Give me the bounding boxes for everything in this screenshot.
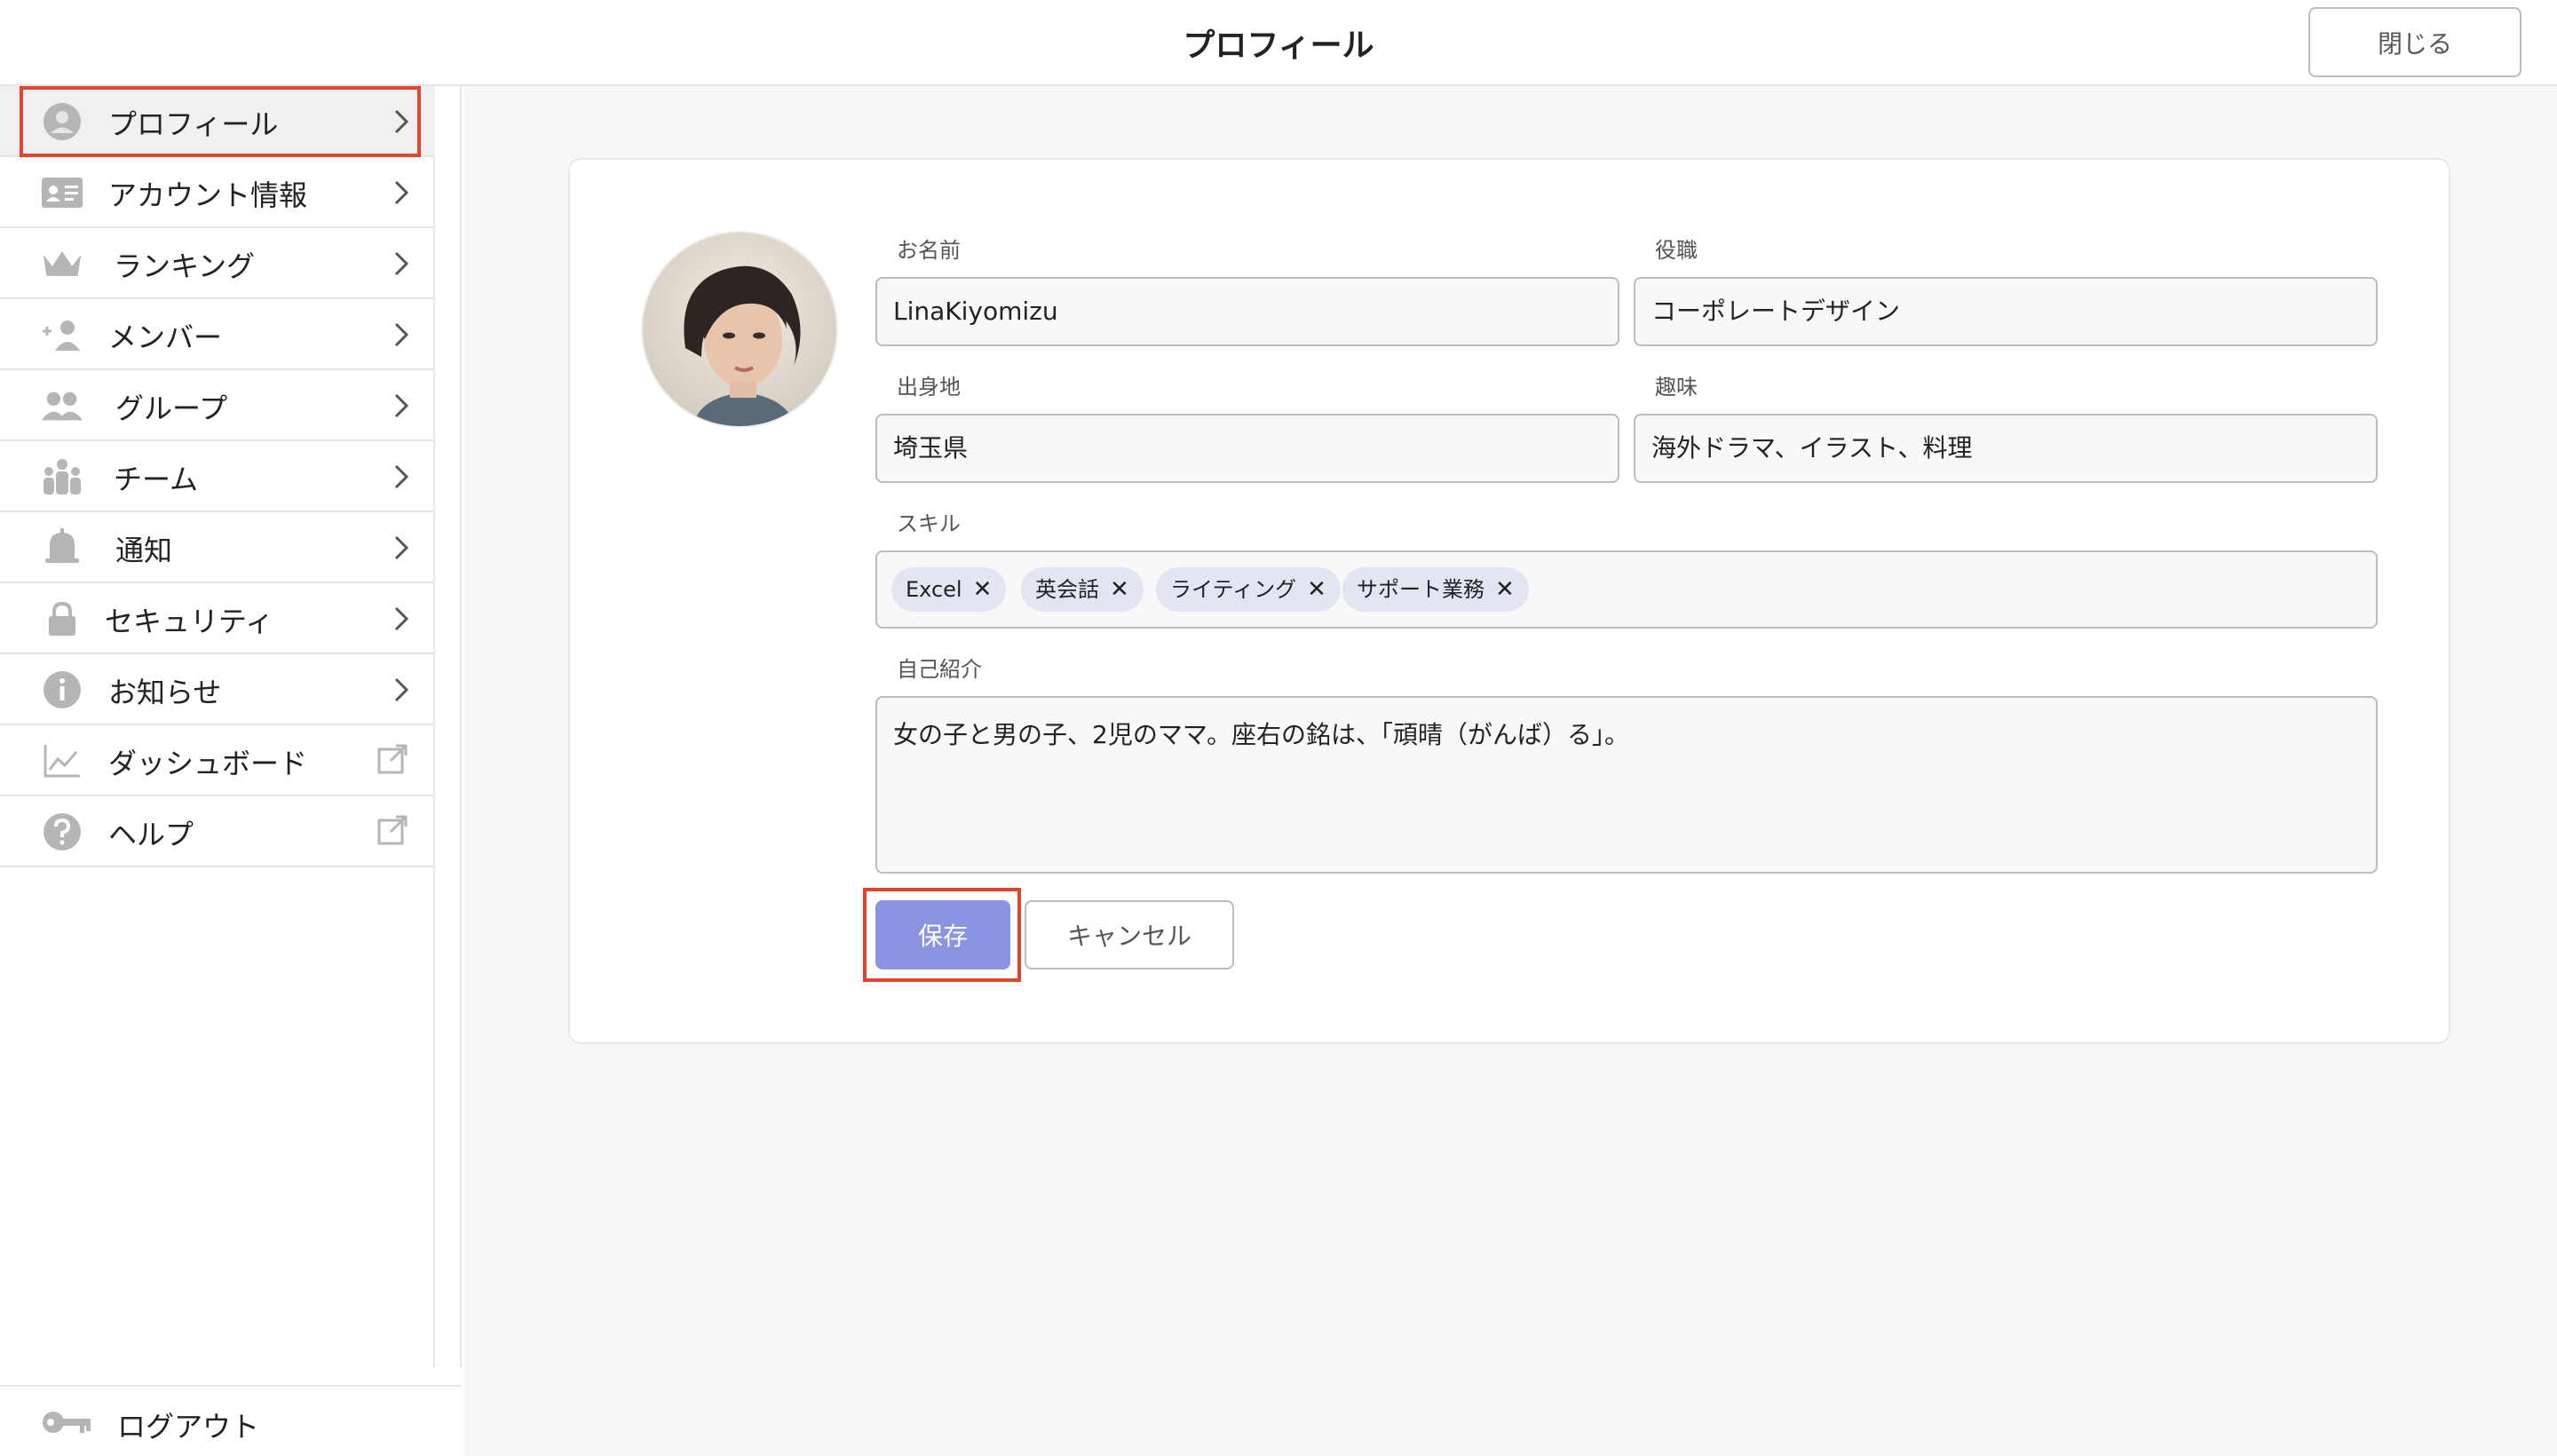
external-link-icon (376, 814, 412, 850)
hobby-input[interactable]: 海外ドラマ、イラスト、料理 (1634, 414, 2378, 483)
help-icon (41, 812, 83, 851)
sidebar-item-help[interactable]: ヘルプ (0, 796, 435, 867)
sidebar-item-label: アカウント情報 (108, 178, 308, 212)
sidebar-item-members[interactable]: メンバー (0, 299, 435, 370)
sidebar-item-label: チーム (114, 463, 199, 496)
avatar[interactable] (641, 231, 838, 428)
sidebar-item-label: プロフィール (108, 107, 279, 141)
team-icon (41, 457, 83, 496)
sidebar-item-profile[interactable]: プロフィール (0, 86, 435, 157)
sidebar-item-groups[interactable]: グループ (0, 370, 435, 441)
sidebar-item-security[interactable]: セキュリティ (0, 583, 435, 654)
chart-line-icon (41, 741, 83, 780)
sidebar-item-account[interactable]: アカウント情報 (0, 157, 435, 228)
sidebar-item-news[interactable]: お知らせ (0, 654, 435, 725)
sidebar-item-ranking[interactable]: ランキング (0, 228, 435, 299)
skill-chip: 英会話 ✕ (1021, 567, 1144, 612)
sidebar-item-label: ランキング (114, 249, 256, 283)
chevron-right-icon (387, 390, 414, 422)
role-label: 役職 (1655, 238, 1698, 263)
hometown-input[interactable]: 埼玉県 (875, 414, 1619, 483)
skill-chip: サポート業務 ✕ (1342, 567, 1529, 612)
sidebar-item-label: ヘルプ (108, 818, 194, 851)
logout-button[interactable]: ログアウト (0, 1385, 462, 1456)
bio-textarea[interactable]: 女の子と男の子、2児のママ。座右の銘は、「頑晴（がんば）る」。 (875, 696, 2378, 874)
id-card-icon (41, 173, 83, 212)
user-circle-icon (41, 102, 83, 141)
app-header: プロフィール 閉じる (0, 0, 2557, 86)
skill-chip: ライティング ✕ (1156, 567, 1341, 612)
role-input[interactable]: コーポレートデザイン (1634, 277, 2378, 346)
bell-icon (41, 528, 83, 567)
sidebar-divider (435, 86, 462, 1367)
skills-label: スキル (897, 511, 961, 536)
skill-chip-label: ライティング (1170, 577, 1297, 602)
chevron-right-icon (387, 603, 414, 635)
chevron-right-icon (387, 674, 414, 706)
chevron-right-icon (387, 177, 414, 209)
hometown-label: 出身地 (897, 375, 961, 400)
close-button[interactable]: 閉じる (2308, 7, 2521, 77)
chevron-right-icon (387, 106, 414, 138)
sidebar-item-label: セキュリティ (105, 605, 274, 638)
chevron-right-icon (387, 461, 414, 493)
name-input[interactable]: LinaKiyomizu (875, 277, 1619, 346)
crown-icon (41, 244, 83, 283)
add-user-icon (41, 315, 83, 354)
key-icon (41, 1406, 94, 1438)
sidebar-item-label: グループ (115, 392, 228, 425)
users-icon (41, 386, 83, 425)
hobby-label: 趣味 (1655, 375, 1698, 400)
sidebar-item-label: 通知 (115, 534, 173, 567)
sidebar-item-label: お知らせ (108, 676, 222, 709)
bio-label: 自己紹介 (897, 657, 982, 682)
close-icon[interactable]: ✕ (1110, 567, 1129, 612)
sidebar: プロフィール アカウント情報 ランキング メンバー グループ チーム 通知 セキ… (0, 86, 435, 1367)
page-title: プロフィール (1183, 28, 1374, 64)
lock-icon (41, 599, 83, 638)
sidebar-item-label: ダッシュボード (108, 747, 308, 780)
name-label: お名前 (897, 238, 961, 263)
close-icon[interactable]: ✕ (1495, 567, 1515, 612)
logout-label: ログアウト (117, 1410, 260, 1444)
skill-chip-label: Excel (906, 577, 962, 602)
info-icon (41, 670, 83, 709)
save-button[interactable]: 保存 (875, 900, 1010, 969)
sidebar-item-notifications[interactable]: 通知 (0, 512, 435, 583)
chevron-right-icon (387, 248, 414, 280)
chevron-right-icon (387, 319, 414, 351)
sidebar-item-label: メンバー (108, 320, 223, 354)
skills-input[interactable]: Excel ✕ 英会話 ✕ ライティング ✕ サポート業務 ✕ (875, 550, 2378, 629)
external-link-icon (376, 743, 412, 779)
sidebar-item-dashboard[interactable]: ダッシュボード (0, 725, 435, 796)
close-icon[interactable]: ✕ (973, 567, 993, 612)
cancel-button[interactable]: キャンセル (1025, 900, 1234, 969)
skill-chip: Excel ✕ (891, 567, 1007, 612)
skill-chip-label: サポート業務 (1357, 577, 1484, 602)
skill-chip-label: 英会話 (1035, 577, 1099, 602)
chevron-right-icon (387, 532, 414, 564)
close-icon[interactable]: ✕ (1307, 567, 1326, 612)
sidebar-item-team[interactable]: チーム (0, 441, 435, 512)
